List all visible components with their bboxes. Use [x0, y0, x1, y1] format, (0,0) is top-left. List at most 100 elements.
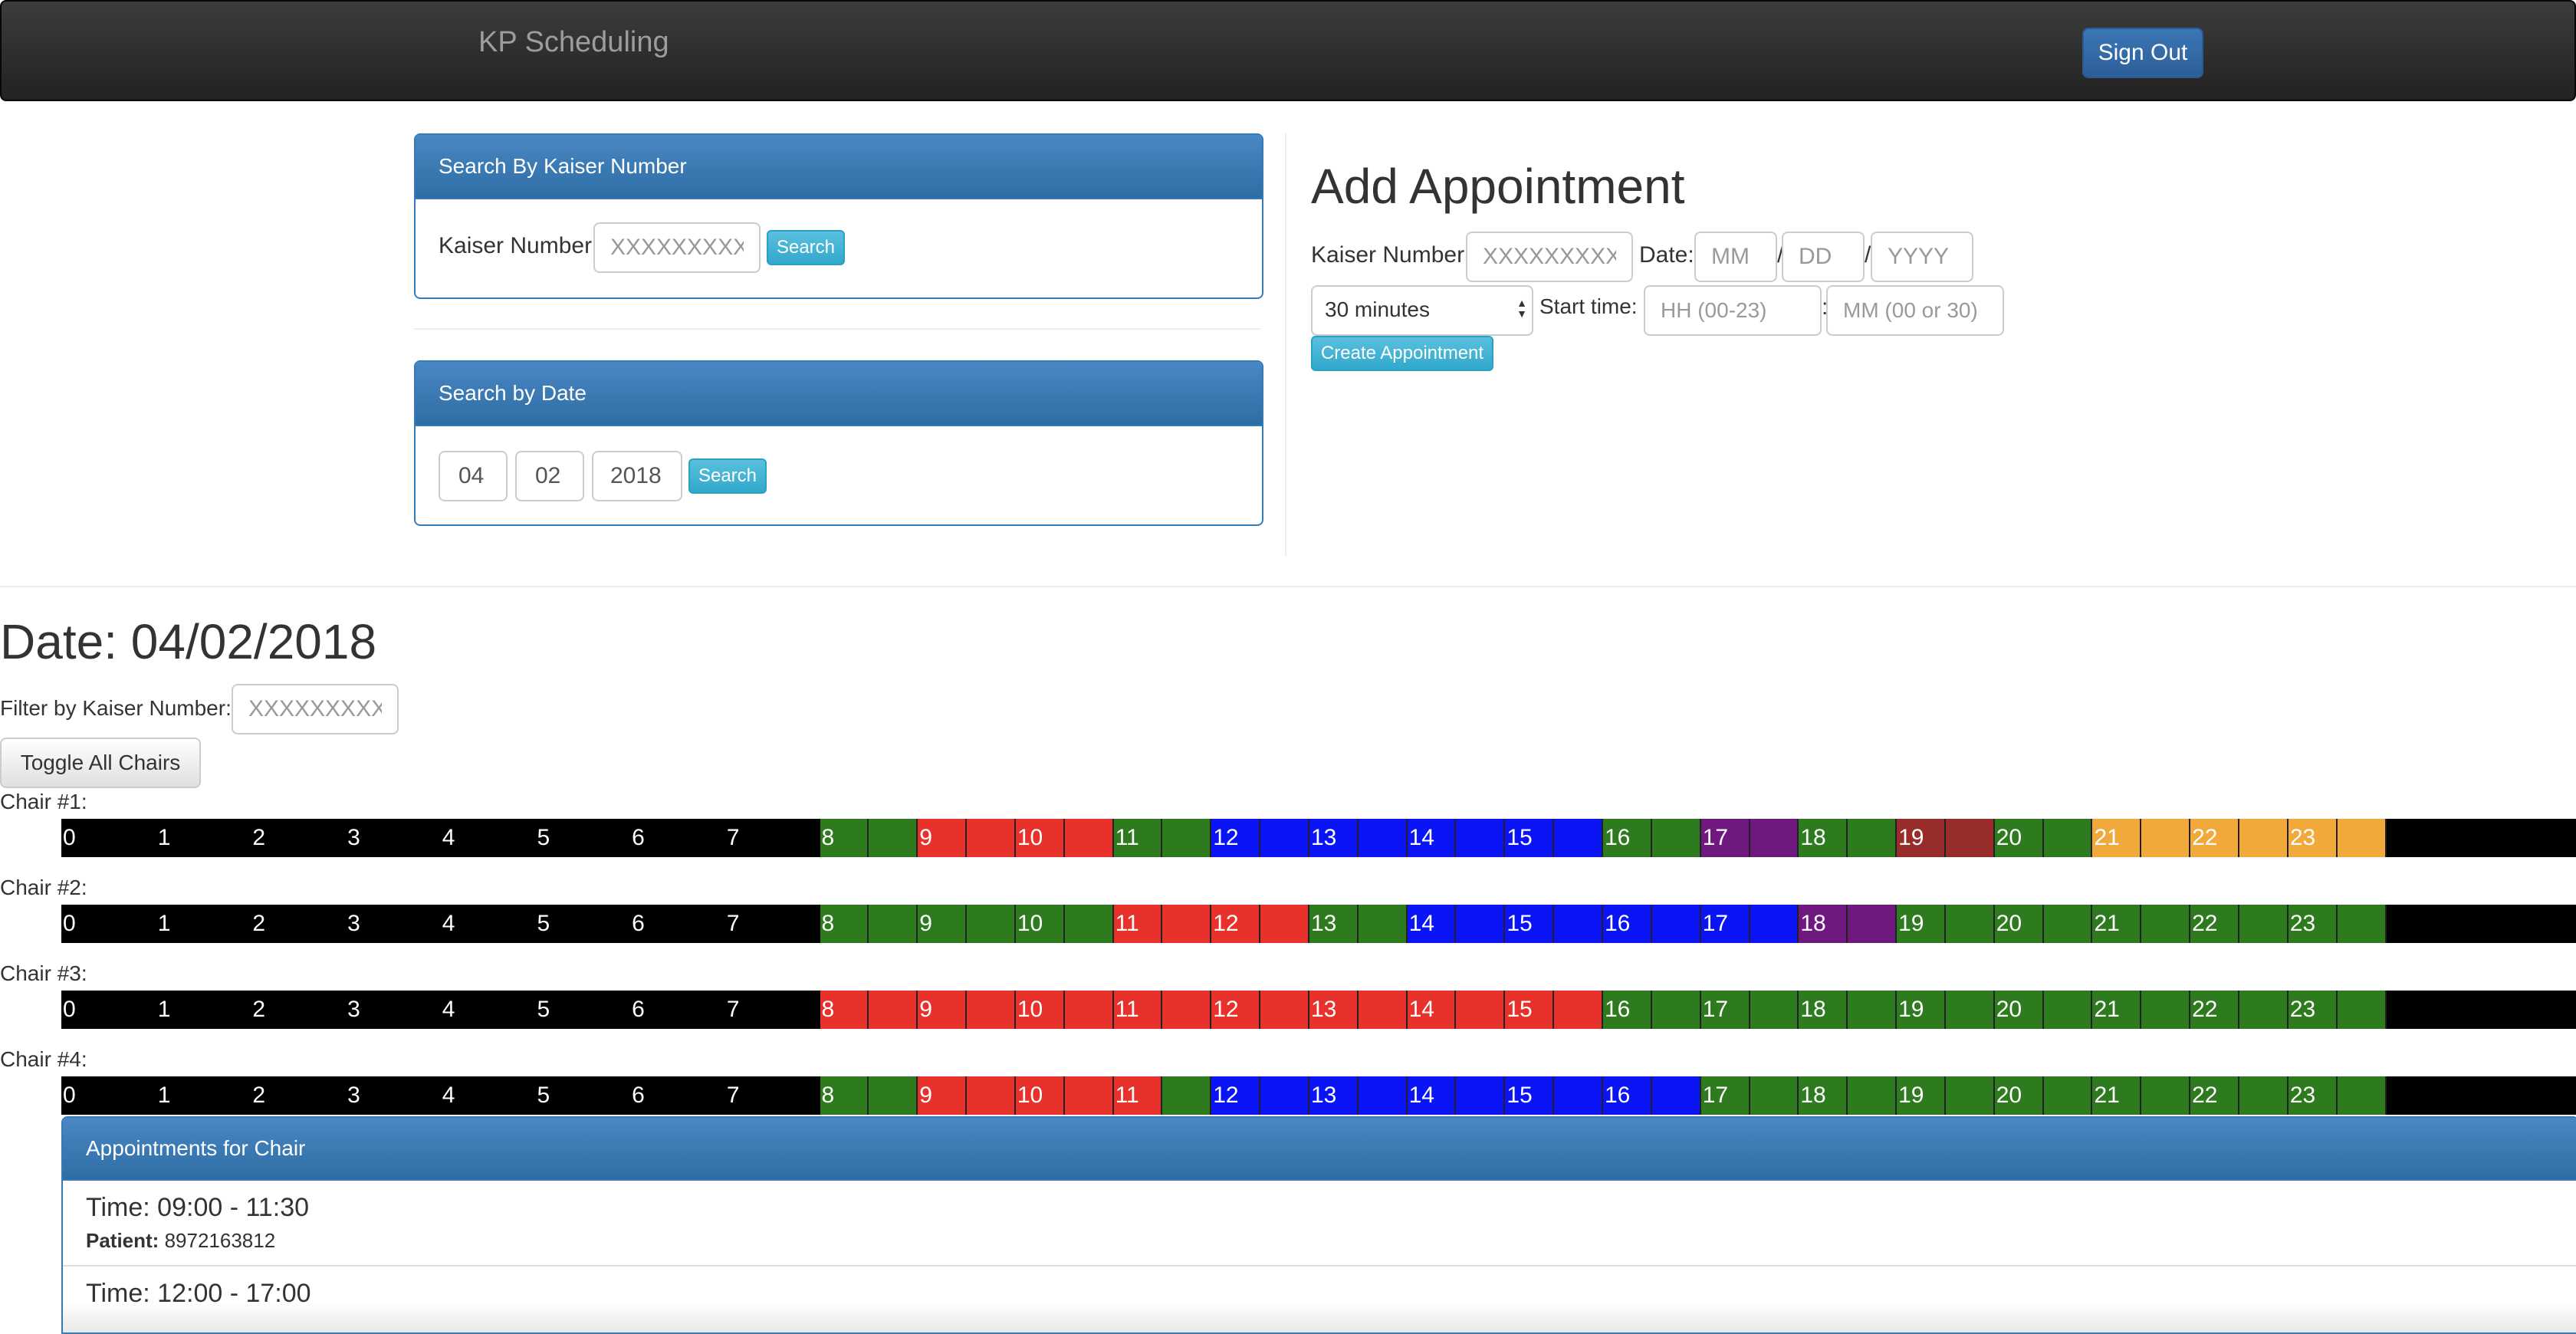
time-slot[interactable] — [1945, 991, 1995, 1029]
time-slot[interactable]: 22 — [2190, 1076, 2239, 1115]
time-slot[interactable] — [1554, 1076, 1603, 1115]
time-slot[interactable] — [1945, 905, 1995, 943]
time-slot[interactable] — [1260, 991, 1309, 1029]
time-slot[interactable]: 21 — [2092, 905, 2142, 943]
create-appointment-button[interactable]: Create Appointment — [1311, 336, 1493, 371]
time-slot[interactable]: 21 — [2092, 991, 2142, 1029]
time-slot[interactable]: 17 — [1700, 991, 1750, 1029]
time-slot[interactable]: 14 — [1407, 819, 1457, 857]
search-year-input[interactable] — [592, 451, 682, 501]
time-slot[interactable] — [2239, 991, 2288, 1029]
time-slot[interactable] — [1456, 991, 1506, 1029]
time-slot[interactable] — [869, 1076, 918, 1115]
time-slot[interactable] — [2141, 1076, 2191, 1115]
time-slot[interactable]: 16 — [1603, 1076, 1652, 1115]
time-slot[interactable]: 14 — [1407, 1076, 1457, 1115]
time-slot[interactable] — [967, 1076, 1016, 1115]
time-slot[interactable] — [869, 819, 918, 857]
time-slot[interactable]: 12 — [1211, 991, 1261, 1029]
time-slot[interactable] — [2141, 905, 2191, 943]
time-slot[interactable] — [1162, 905, 1212, 943]
time-slot[interactable]: 10 — [1015, 991, 1065, 1029]
time-slot[interactable] — [2043, 991, 2093, 1029]
time-slot[interactable]: 20 — [1994, 905, 2044, 943]
time-slot[interactable] — [1848, 819, 1898, 857]
time-slot[interactable]: 11 — [1113, 1076, 1163, 1115]
brand-title[interactable]: KP Scheduling — [478, 26, 669, 59]
time-slot[interactable] — [1651, 819, 1701, 857]
time-slot[interactable]: 10 — [1015, 819, 1065, 857]
start-hour-input[interactable] — [1644, 285, 1822, 336]
time-slot[interactable] — [1651, 905, 1701, 943]
time-slot[interactable]: 19 — [1897, 819, 1946, 857]
time-slot[interactable]: 16 — [1603, 905, 1652, 943]
time-slot[interactable]: 13 — [1309, 991, 1359, 1029]
time-slot[interactable]: 15 — [1505, 1076, 1555, 1115]
time-slot[interactable] — [1750, 905, 1799, 943]
time-slot[interactable] — [1456, 905, 1506, 943]
time-slot[interactable]: 16 — [1603, 991, 1652, 1029]
time-slot[interactable]: 21 — [2092, 1076, 2142, 1115]
time-slot[interactable] — [869, 991, 918, 1029]
time-slot[interactable]: 18 — [1799, 905, 1848, 943]
add-day-input[interactable] — [1782, 232, 1865, 282]
time-slot[interactable]: 20 — [1994, 991, 2044, 1029]
search-day-input[interactable] — [515, 451, 584, 501]
time-slot[interactable] — [967, 991, 1016, 1029]
time-slot[interactable]: 12 — [1211, 819, 1261, 857]
time-slot[interactable]: 15 — [1505, 819, 1555, 857]
time-slot[interactable]: 14 — [1407, 991, 1457, 1029]
time-slot[interactable]: 22 — [2190, 991, 2239, 1029]
time-slot[interactable] — [1162, 991, 1212, 1029]
time-slot[interactable]: 20 — [1994, 1076, 2044, 1115]
time-slot[interactable]: 12 — [1211, 905, 1261, 943]
time-slot[interactable]: 19 — [1897, 991, 1946, 1029]
time-slot[interactable] — [2239, 819, 2288, 857]
time-slot[interactable]: 11 — [1113, 905, 1163, 943]
time-slot[interactable]: 8 — [820, 1076, 869, 1115]
kaiser-number-input[interactable] — [593, 222, 761, 273]
time-slot[interactable] — [2043, 905, 2093, 943]
time-slot[interactable] — [2043, 819, 2093, 857]
time-slot[interactable] — [1651, 991, 1701, 1029]
time-slot[interactable] — [869, 905, 918, 943]
time-slot[interactable] — [2141, 819, 2191, 857]
time-slot[interactable] — [1064, 991, 1114, 1029]
time-slot[interactable] — [1554, 819, 1603, 857]
add-kaiser-input[interactable] — [1466, 232, 1633, 282]
time-slot[interactable]: 15 — [1505, 991, 1555, 1029]
time-slot[interactable]: 23 — [2288, 1076, 2338, 1115]
time-slot[interactable] — [1554, 905, 1603, 943]
time-slot[interactable]: 16 — [1603, 819, 1652, 857]
duration-select[interactable]: 30 minutes ▲ ▼ — [1311, 285, 1533, 336]
time-slot[interactable]: 22 — [2190, 905, 2239, 943]
time-slot[interactable] — [1456, 819, 1506, 857]
time-slot[interactable] — [2239, 1076, 2288, 1115]
time-slot[interactable]: 23 — [2288, 819, 2338, 857]
time-slot[interactable] — [1162, 1076, 1212, 1115]
time-slot[interactable]: 21 — [2092, 819, 2142, 857]
time-slot[interactable] — [1945, 819, 1995, 857]
sign-out-button[interactable]: Sign Out — [2082, 28, 2203, 78]
time-slot[interactable] — [1260, 819, 1309, 857]
time-slot[interactable] — [1554, 991, 1603, 1029]
time-slot[interactable]: 18 — [1799, 1076, 1848, 1115]
time-slot[interactable]: 15 — [1505, 905, 1555, 943]
time-slot[interactable] — [1750, 819, 1799, 857]
time-slot[interactable]: 12 — [1211, 1076, 1261, 1115]
time-slot[interactable] — [2141, 991, 2191, 1029]
time-slot[interactable]: 18 — [1799, 819, 1848, 857]
time-slot[interactable]: 23 — [2288, 991, 2338, 1029]
time-slot[interactable]: 9 — [918, 1076, 968, 1115]
time-slot[interactable]: 23 — [2288, 905, 2338, 943]
time-slot[interactable]: 19 — [1897, 1076, 1946, 1115]
time-slot[interactable]: 17 — [1700, 819, 1750, 857]
time-slot[interactable] — [1750, 991, 1799, 1029]
time-slot[interactable] — [1651, 1076, 1701, 1115]
time-slot[interactable]: 17 — [1700, 1076, 1750, 1115]
filter-kaiser-input[interactable] — [232, 684, 399, 734]
time-slot[interactable] — [1260, 1076, 1309, 1115]
time-slot[interactable]: 13 — [1309, 819, 1359, 857]
time-slot[interactable] — [1848, 905, 1898, 943]
add-month-input[interactable] — [1694, 232, 1777, 282]
